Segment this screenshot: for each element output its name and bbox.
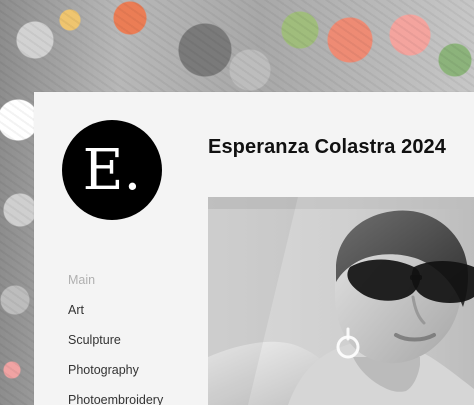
main-nav: Main Art Sculpture Photography Photoembr…	[68, 270, 163, 405]
logo-text: E.	[82, 138, 142, 203]
site-logo[interactable]: E.	[62, 120, 162, 220]
site-title[interactable]: Esperanza Colastra 2024	[208, 136, 446, 159]
nav-item-photography[interactable]: Photography	[68, 360, 163, 390]
portrait-image	[208, 197, 474, 405]
nav-item-art[interactable]: Art	[68, 300, 163, 330]
nav-item-photoembroidery[interactable]: Photoembroidery	[68, 390, 163, 405]
nav-item-main[interactable]: Main	[68, 270, 163, 300]
page: E. Esperanza Colastra 2024 Main Art Scul…	[0, 0, 474, 405]
nav-item-sculpture[interactable]: Sculpture	[68, 330, 163, 360]
